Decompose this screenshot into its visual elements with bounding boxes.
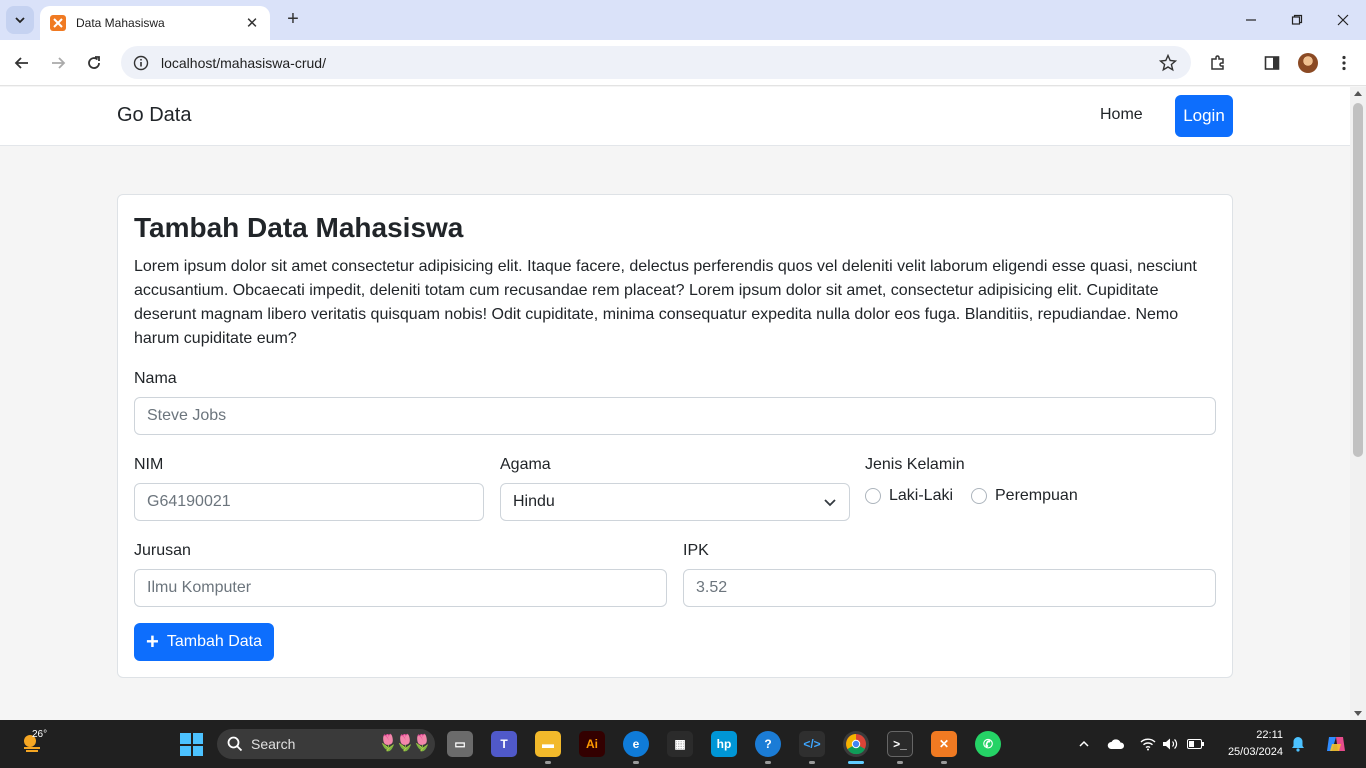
taskbar-search[interactable]: Search 🌷🌷🌷 [217,729,435,759]
minimize-icon[interactable] [1239,8,1263,32]
close-window-icon[interactable] [1331,8,1355,32]
restore-icon[interactable] [1285,8,1309,32]
side-panel-icon[interactable] [1261,52,1283,74]
weather-temperature: 26° [32,729,48,740]
scroll-thumb[interactable] [1353,103,1363,457]
profile-avatar[interactable] [1298,53,1318,73]
adobe-illustrator-icon[interactable]: Ai [579,731,605,757]
chevron-up-icon[interactable] [1075,735,1093,753]
clock-time[interactable]: 22:11 [1208,729,1283,741]
page-title: Tambah Data Mahasiswa [134,212,464,243]
page-scrollbar[interactable] [1350,87,1366,720]
extensions-puzzle-icon[interactable] [1207,52,1229,74]
tab-search-button[interactable] [6,6,34,34]
windows-taskbar: 26° Search 🌷🌷🌷 ▭ T ▬ Ai e ▦ hp ? </> >_ … [0,720,1366,768]
new-tab-button[interactable]: + [282,8,304,30]
forward-arrow-icon[interactable] [46,51,70,75]
nim-label: NIM [134,456,164,473]
help-icon[interactable]: ? [755,731,781,757]
url-text: localhost/mahasiswa-crud/ [161,54,326,71]
onedrive-cloud-icon[interactable] [1107,735,1125,753]
app-running-indicator [809,761,815,764]
nama-placeholder: Steve Jobs [147,407,227,424]
reload-icon[interactable] [82,51,106,75]
wifi-icon[interactable] [1139,735,1157,753]
login-button[interactable]: Login [1175,95,1233,137]
browser-tab-bar: Data Mahasiswa ✕ + [0,0,1366,40]
nim-input[interactable]: G64190021 [134,483,484,521]
more-menu-icon[interactable] [1333,52,1355,74]
xampp-favicon-icon [50,15,66,31]
volume-icon[interactable] [1161,735,1179,753]
teams-icon[interactable]: T [491,731,517,757]
edge-browser-icon[interactable]: e [623,731,649,757]
app-running-indicator [765,761,771,764]
copilot-icon[interactable] [1325,733,1347,755]
microsoft-store-icon[interactable]: ▦ [667,731,693,757]
chevron-down-icon [824,499,836,507]
jurusan-label: Jurusan [134,542,191,559]
nama-input[interactable]: Steve Jobs [134,397,1216,435]
back-arrow-icon[interactable] [10,51,34,75]
gender-label: Jenis Kelamin [865,456,965,473]
xampp-icon[interactable]: ✕ [931,731,957,757]
ipk-placeholder: 3.52 [696,579,728,596]
app-running-indicator [633,761,639,764]
clock-date[interactable]: 25/03/2024 [1208,746,1283,758]
app-running-indicator [897,761,903,764]
chrome-icon[interactable] [843,731,869,757]
nav-home-link[interactable]: Home [1100,106,1143,124]
tulips-icon: 🌷🌷🌷 [378,735,432,752]
search-label: Search [251,736,296,752]
gender-option-label: Laki-Laki [889,487,954,504]
radio-circle[interactable] [971,488,987,504]
gender-radio-laki-laki[interactable]: Laki-Laki [865,487,953,505]
page-viewport: Go Data Home Login Tambah Data Mahasiswa… [0,87,1350,720]
terminal-icon[interactable]: >_ [887,731,913,757]
tambah-data-label: Tambah Data [166,633,263,650]
task-view-icon[interactable]: ▭ [447,731,473,757]
scroll-down-icon[interactable] [1354,711,1362,716]
plus-icon: + [145,629,159,654]
browser-toolbar: localhost/mahasiswa-crud/ [0,40,1366,86]
nama-label: Nama [134,370,177,387]
gender-option-label: Perempuan [995,487,1078,504]
chevron-down-icon [15,17,25,24]
notification-bell-icon[interactable] [1289,735,1307,753]
file-explorer-icon[interactable]: ▬ [535,731,561,757]
radio-circle[interactable] [865,488,881,504]
agama-select[interactable]: Hindu [500,483,850,521]
address-bar[interactable]: localhost/mahasiswa-crud/ [121,46,1191,79]
ipk-input[interactable]: 3.52 [683,569,1216,607]
jurusan-input[interactable]: Ilmu Komputer [134,569,667,607]
browser-tab[interactable]: Data Mahasiswa ✕ [40,6,270,40]
battery-icon[interactable] [1187,735,1205,753]
site-navbar: Go Data Home Login [0,87,1350,146]
scroll-up-icon[interactable] [1354,91,1362,96]
form-description: Lorem ipsum dolor sit amet consectetur a… [134,258,1197,347]
agama-label: Agama [500,456,551,473]
bookmark-star-icon[interactable] [1159,53,1177,72]
app-running-indicator [545,761,551,764]
jurusan-placeholder: Ilmu Komputer [147,579,252,596]
gender-radio-perempuan[interactable]: Perempuan [971,487,1078,505]
start-windows-icon[interactable] [180,733,203,756]
ipk-label: IPK [683,542,709,559]
tab-title: Data Mahasiswa [76,16,165,30]
vscode-icon[interactable]: </> [799,731,825,757]
search-icon [227,736,243,752]
app-active-indicator [848,761,864,764]
navbar-brand[interactable]: Go Data [117,104,191,127]
whatsapp-icon[interactable]: ✆ [975,731,1001,757]
nim-placeholder: G64190021 [147,493,231,510]
close-tab-icon[interactable]: ✕ [244,14,260,32]
app-running-indicator [941,761,947,764]
agama-selected-value: Hindu [513,493,555,510]
site-info-icon[interactable] [133,55,149,71]
form-card: Tambah Data Mahasiswa Lorem ipsum dolor … [117,194,1233,678]
tambah-data-button[interactable]: + Tambah Data [134,623,274,661]
hp-app-icon[interactable]: hp [711,731,737,757]
